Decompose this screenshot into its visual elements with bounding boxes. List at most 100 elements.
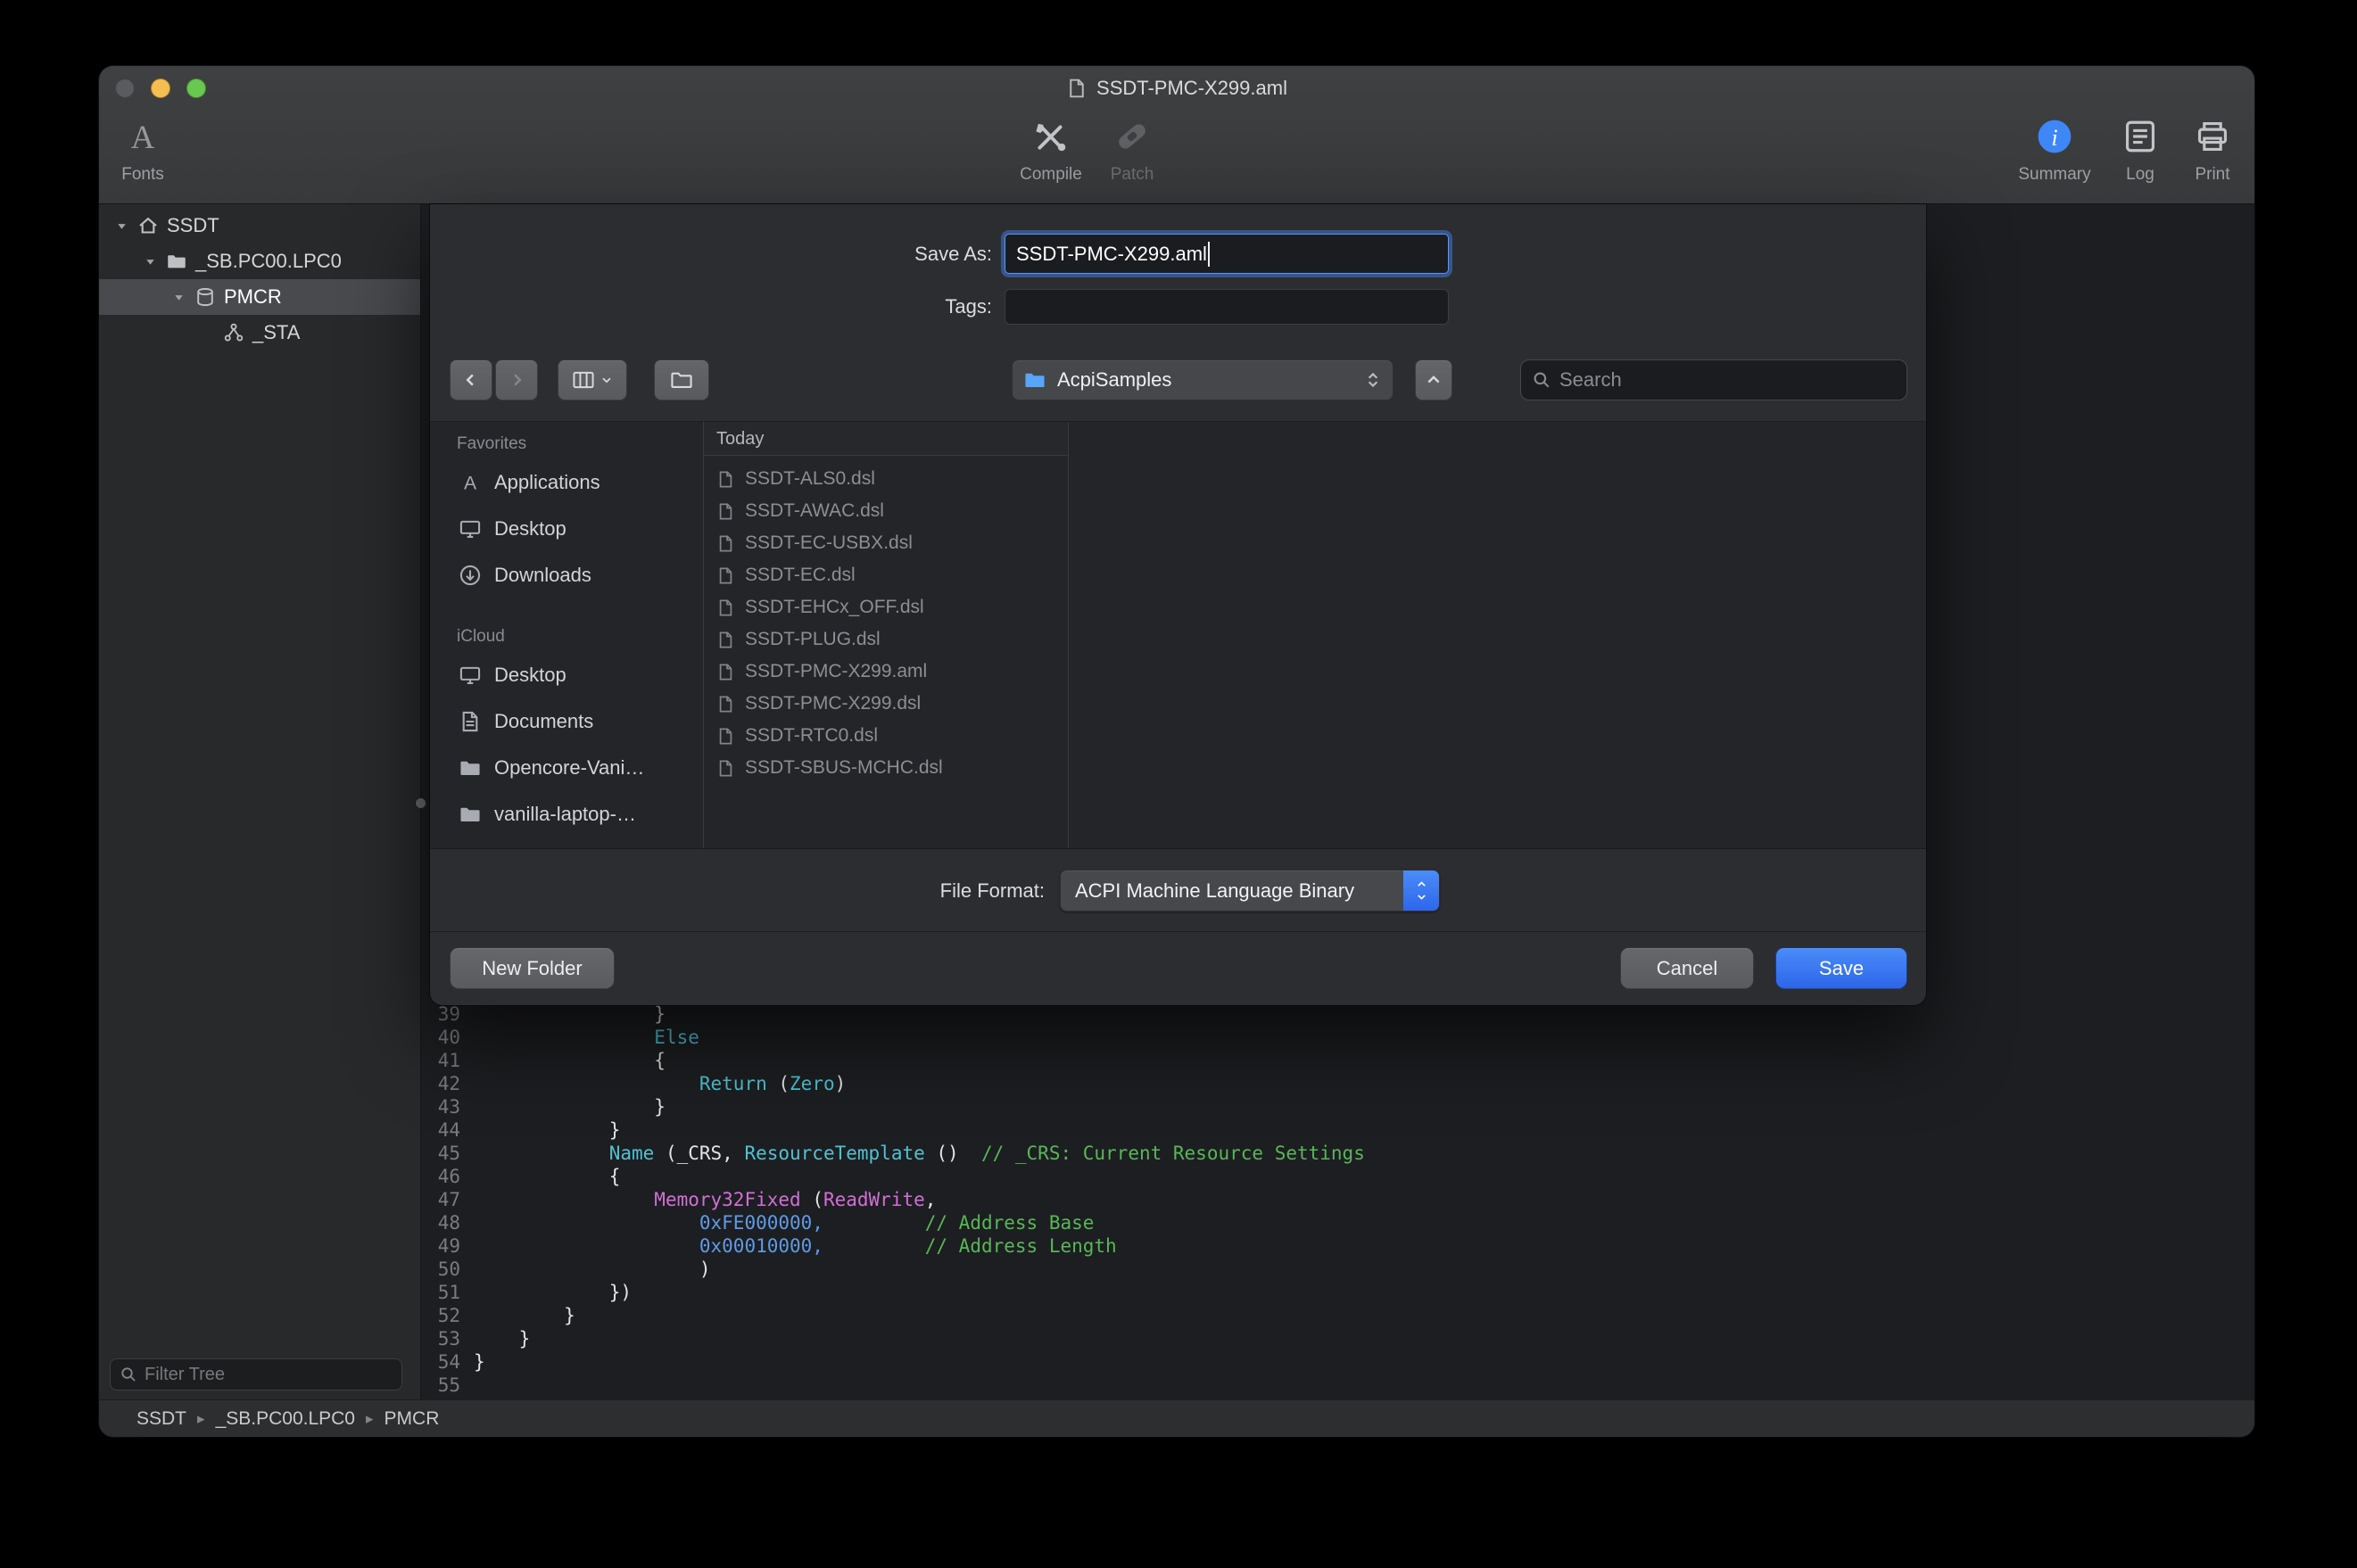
disclosure-triangle-icon[interactable] xyxy=(108,219,135,233)
file-row[interactable]: SSDT-RTC0.dsl xyxy=(704,720,1068,752)
column-view-icon xyxy=(572,368,595,392)
code-text: Name (_CRS, ResourceTemplate () // _CRS:… xyxy=(460,1143,1365,1164)
parent-folder-button[interactable] xyxy=(1415,359,1452,400)
tree-item-ssdt[interactable]: SSDT xyxy=(99,208,420,243)
tree-item-label: SSDT xyxy=(167,214,219,237)
folder-icon xyxy=(670,368,693,392)
search-field[interactable] xyxy=(1520,359,1907,400)
status-path-separator: ▸ xyxy=(197,1410,205,1428)
code-text: } xyxy=(460,1351,485,1373)
tags-field[interactable] xyxy=(1005,289,1449,325)
updown-chevrons-icon xyxy=(1364,371,1382,389)
line-number: 49 xyxy=(421,1234,460,1258)
file-name: SSDT-AWAC.dsl xyxy=(745,500,884,522)
chevron-right-icon xyxy=(508,371,525,389)
disclosure-triangle-icon[interactable] xyxy=(136,255,163,268)
code-line: 41 { xyxy=(421,1049,2254,1072)
code-line: 49 0x00010000, // Address Length xyxy=(421,1234,2254,1258)
file-row[interactable]: SSDT-EHCx_OFF.dsl xyxy=(704,591,1068,623)
save-button[interactable]: Save xyxy=(1775,947,1907,989)
tree-item-label: _STA xyxy=(252,321,300,344)
desktop-icon xyxy=(457,664,484,687)
cancel-button[interactable]: Cancel xyxy=(1620,947,1754,989)
forward-button[interactable] xyxy=(495,359,538,400)
filter-tree-input[interactable] xyxy=(145,1365,393,1385)
document-icon xyxy=(715,598,736,617)
document-icon xyxy=(715,502,736,521)
file-row[interactable]: SSDT-EC.dsl xyxy=(704,559,1068,591)
method-icon xyxy=(220,322,247,343)
code-text: } xyxy=(460,1003,666,1025)
file-row[interactable]: SSDT-PMC-X299.aml xyxy=(704,656,1068,688)
status-path-item: _SB.PC00.LPC0 xyxy=(216,1408,355,1430)
status-path-separator: ▸ xyxy=(366,1410,374,1428)
printer-icon xyxy=(2194,112,2231,161)
file-format-label: File Format: xyxy=(430,849,1045,932)
disclosure-triangle-icon[interactable] xyxy=(165,291,192,304)
save-as-input[interactable]: SSDT-PMC-X299.aml xyxy=(1005,234,1449,274)
search-icon xyxy=(1532,370,1551,390)
tree-item--sta[interactable]: _STA xyxy=(99,315,420,351)
tree-item-pmcr[interactable]: PMCR xyxy=(99,279,420,315)
code-text: } xyxy=(460,1096,666,1118)
icloud-item-desktop[interactable]: Desktop xyxy=(444,652,703,698)
chevron-left-icon xyxy=(462,371,480,389)
file-name: SSDT-PMC-X299.aml xyxy=(745,661,927,682)
file-row[interactable]: SSDT-AWAC.dsl xyxy=(704,495,1068,527)
chevron-down-icon xyxy=(1415,891,1428,903)
view-mode-button[interactable] xyxy=(558,359,627,400)
toolbar-patch-button[interactable]: Patch xyxy=(1061,112,1203,185)
tree-item--sb-pc00-lpc0[interactable]: _SB.PC00.LPC0 xyxy=(99,243,420,279)
documents-icon xyxy=(457,710,484,733)
new-folder-button[interactable]: New Folder xyxy=(450,947,615,989)
file-row[interactable]: SSDT-PMC-X299.dsl xyxy=(704,688,1068,720)
file-row[interactable]: SSDT-SBUS-MCHC.dsl xyxy=(704,752,1068,784)
filter-tree-field[interactable] xyxy=(110,1358,402,1391)
icloud-item-documents[interactable]: Documents xyxy=(444,698,703,745)
text-caret xyxy=(1208,242,1210,267)
file-name: SSDT-PMC-X299.dsl xyxy=(745,693,921,714)
icloud-item-opencore-vani-[interactable]: Opencore-Vani… xyxy=(444,745,703,791)
code-lines: 39 }40 Else41 {42 Return (Zero)43 }44 }4… xyxy=(421,1003,2254,1397)
icloud-section-label: iCloud xyxy=(444,622,703,652)
search-input[interactable] xyxy=(1559,368,1896,392)
back-button[interactable] xyxy=(450,359,492,400)
sidebar-resize-handle[interactable] xyxy=(415,797,426,809)
chevron-up-icon xyxy=(1415,879,1428,890)
toolbar-print-button[interactable]: Print xyxy=(2141,112,2254,185)
icloud-item-vanilla-laptop-[interactable]: vanilla-laptop-… xyxy=(444,791,703,838)
line-number: 40 xyxy=(421,1026,460,1049)
patch-bandaid-icon xyxy=(1113,112,1151,161)
code-line: 52 } xyxy=(421,1304,2254,1327)
toolbar-fonts-button[interactable]: A Fonts xyxy=(99,112,214,185)
sidebar-item-label: Documents xyxy=(494,710,593,733)
file-format-popup[interactable]: ACPI Machine Language Binary xyxy=(1060,870,1440,912)
document-icon xyxy=(715,534,736,553)
code-line: 46 { xyxy=(421,1165,2254,1188)
code-line: 40 Else xyxy=(421,1026,2254,1049)
document-icon xyxy=(715,631,736,649)
popup-stepper xyxy=(1403,871,1439,911)
location-popup[interactable]: AcpiSamples xyxy=(1012,359,1394,400)
line-number: 44 xyxy=(421,1118,460,1142)
acpi-tree-sidebar: SSDT _SB.PC00.LPC0 PMCR _STA xyxy=(99,204,421,1399)
file-row[interactable]: SSDT-ALS0.dsl xyxy=(704,463,1068,495)
code-text: { xyxy=(460,1166,620,1187)
favorites-item-applications[interactable]: AApplications xyxy=(444,459,703,506)
toolbar-fonts-label: Fonts xyxy=(121,165,164,185)
tags-input[interactable] xyxy=(1014,296,1439,318)
file-browser: Favorites AApplicationsDesktopDownloads … xyxy=(430,421,1926,849)
folder-action-button[interactable] xyxy=(654,359,709,400)
code-text: { xyxy=(460,1050,666,1071)
code-line: 47 Memory32Fixed (ReadWrite, xyxy=(421,1188,2254,1211)
file-row[interactable]: SSDT-EC-USBX.dsl xyxy=(704,527,1068,559)
file-name: SSDT-PLUG.dsl xyxy=(745,629,881,650)
file-row[interactable]: SSDT-PLUG.dsl xyxy=(704,623,1068,656)
chevron-up-icon xyxy=(1425,371,1443,389)
line-number: 46 xyxy=(421,1165,460,1188)
favorites-item-downloads[interactable]: Downloads xyxy=(444,552,703,598)
folder-icon xyxy=(457,803,484,826)
tree-item-label: PMCR xyxy=(224,285,282,309)
document-icon xyxy=(715,663,736,681)
favorites-item-desktop[interactable]: Desktop xyxy=(444,506,703,552)
